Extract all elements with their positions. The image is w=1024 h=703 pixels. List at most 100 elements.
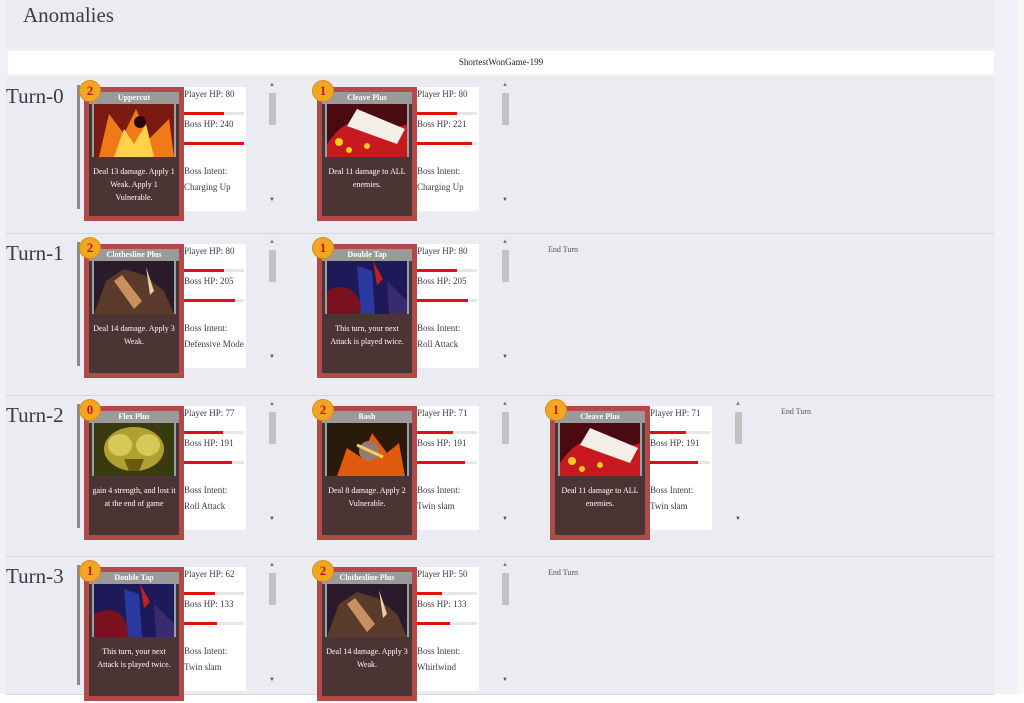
boss-hp-fill (650, 461, 698, 464)
boss-hp-fill (417, 622, 450, 625)
stats-scrollbar[interactable]: ▲ ▼ (268, 401, 276, 530)
card[interactable]: Bash Deal 8 damage. Apply 2 Vulnerable. … (313, 400, 417, 540)
battle-stats-panel: Player HP: 80 Boss HP: 205 Boss Intent: … (184, 244, 246, 368)
boss-intent-label: Boss Intent: (184, 485, 228, 495)
arrow-down-icon[interactable]: ▼ (735, 516, 741, 522)
boss-intent-value: Twin slam (650, 501, 688, 511)
scrollbar-thumb[interactable] (269, 250, 276, 282)
arrow-up-icon[interactable]: ▲ (269, 82, 275, 88)
stats-scrollbar[interactable]: ▲ ▼ (501, 401, 509, 530)
turn-row: Turn-3 Double Tap This turn, your next A… (6, 557, 994, 701)
stats-scrollbar[interactable]: ▲ ▼ (268, 562, 276, 691)
arrow-up-icon[interactable]: ▲ (269, 562, 275, 568)
boss-hp-text: Boss HP: 205 (184, 276, 234, 286)
boss-hp-text: Boss HP: 221 (417, 119, 467, 129)
turn-divider-bar (77, 242, 80, 366)
card-description: gain 4 strength, and lost it at the end … (92, 486, 176, 508)
arrow-up-icon[interactable]: ▲ (502, 401, 508, 407)
turn-divider-bar (77, 404, 80, 528)
card-art (94, 261, 174, 314)
player-hp-fill (417, 592, 442, 595)
card[interactable]: Double Tap This turn, your next Attack i… (80, 561, 184, 701)
card[interactable]: Flex Plus gain 4 strength, and lost it a… (80, 400, 184, 540)
boss-intent-value: Roll Attack (184, 501, 226, 511)
boss-hp-text: Boss HP: 191 (417, 438, 467, 448)
card-name: Bash (322, 411, 412, 423)
arrow-up-icon[interactable]: ▲ (502, 239, 508, 245)
arrow-down-icon[interactable]: ▼ (502, 197, 508, 203)
card-play: Clothesline Plus Deal 14 damage. Apply 3… (313, 561, 523, 703)
arrow-down-icon[interactable]: ▼ (269, 516, 275, 522)
stats-scrollbar[interactable]: ▲ ▼ (501, 239, 509, 368)
energy-cost-badge: 2 (80, 81, 100, 101)
boss-intent-value: Defensive Mode (184, 339, 244, 349)
scrollbar-thumb[interactable] (735, 412, 742, 444)
battle-stats-panel: Player HP: 77 Boss HP: 191 Boss Intent: … (184, 406, 246, 530)
player-hp-bar (184, 431, 244, 434)
boss-intent-label: Boss Intent: (184, 323, 228, 333)
card-art (560, 423, 640, 476)
energy-cost-badge: 1 (80, 561, 100, 581)
energy-cost-badge: 2 (313, 400, 333, 420)
card[interactable]: Cleave Plus Deal 11 damage to ALL enemie… (546, 400, 650, 540)
stats-scrollbar[interactable]: ▲ ▼ (268, 239, 276, 368)
player-hp-bar (184, 112, 244, 115)
stats-scrollbar[interactable]: ▲ ▼ (734, 401, 742, 530)
boss-hp-text: Boss HP: 191 (184, 438, 234, 448)
boss-hp-bar (184, 461, 244, 464)
arrow-down-icon[interactable]: ▼ (502, 516, 508, 522)
card[interactable]: Clothesline Plus Deal 14 damage. Apply 3… (80, 238, 184, 378)
arrow-down-icon[interactable]: ▼ (269, 197, 275, 203)
stats-scrollbar[interactable]: ▲ ▼ (268, 82, 276, 211)
arrow-up-icon[interactable]: ▲ (502, 82, 508, 88)
card-description: Deal 11 damage to ALL enemies. (328, 167, 406, 189)
stats-scrollbar[interactable]: ▲ ▼ (501, 562, 509, 691)
card[interactable]: Uppercut Deal 13 damage. Apply 1 Weak. A… (80, 81, 184, 221)
arrow-down-icon[interactable]: ▼ (269, 354, 275, 360)
card-art (327, 104, 407, 157)
boss-hp-fill (184, 461, 232, 464)
player-hp-bar (650, 431, 710, 434)
boss-intent-label: Boss Intent: (650, 485, 694, 495)
arrow-down-icon[interactable]: ▼ (502, 677, 508, 683)
card[interactable]: Clothesline Plus Deal 14 damage. Apply 3… (313, 561, 417, 701)
card-play: Cleave Plus Deal 11 damage to ALL enemie… (313, 81, 523, 223)
boss-intent-value: Charging Up (184, 182, 231, 192)
scrollbar-thumb[interactable] (269, 412, 276, 444)
arrow-up-icon[interactable]: ▲ (269, 239, 275, 245)
boss-intent-label: Boss Intent: (417, 166, 461, 176)
arrow-up-icon[interactable]: ▲ (269, 401, 275, 407)
card-name: Uppercut (89, 92, 179, 104)
scrollbar-thumb[interactable] (502, 250, 509, 282)
energy-cost-badge: 2 (80, 238, 100, 258)
boss-hp-fill (417, 461, 465, 464)
boss-hp-fill (184, 622, 217, 625)
boss-hp-text: Boss HP: 133 (417, 599, 467, 609)
arrow-up-icon[interactable]: ▲ (735, 401, 741, 407)
card-play: Double Tap This turn, your next Attack i… (313, 238, 523, 380)
turn-row: Turn-0 Uppercut Deal 13 damage. Apply 1 … (6, 77, 994, 234)
turn-row: Turn-2 Flex Plus gain 4 strength, and lo… (6, 396, 994, 557)
scrollbar-thumb[interactable] (502, 573, 509, 605)
stats-scrollbar[interactable]: ▲ ▼ (501, 82, 509, 211)
scrollbar-thumb[interactable] (269, 93, 276, 125)
card-art (327, 584, 407, 637)
card-description: Deal 13 damage. Apply 1 Weak. Apply 1 Vu… (93, 167, 175, 202)
battle-stats-panel: Player HP: 62 Boss HP: 133 Boss Intent: … (184, 567, 246, 691)
arrow-up-icon[interactable]: ▲ (502, 562, 508, 568)
scrollbar-thumb[interactable] (502, 412, 509, 444)
boss-intent-label: Boss Intent: (184, 646, 228, 656)
card-name: Cleave Plus (555, 411, 645, 423)
arrow-down-icon[interactable]: ▼ (502, 354, 508, 360)
card-play: Double Tap This turn, your next Attack i… (80, 561, 290, 703)
turn-label: Turn-3 (6, 564, 64, 588)
card[interactable]: Double Tap This turn, your next Attack i… (313, 238, 417, 378)
page-background: Anomalies ShortestWonGame-199 Turn-0 Upp… (0, 0, 1017, 701)
card[interactable]: Cleave Plus Deal 11 damage to ALL enemie… (313, 81, 417, 221)
boss-intent-value: Twin slam (184, 662, 222, 672)
card-play: Cleave Plus Deal 11 damage to ALL enemie… (546, 400, 756, 542)
scrollbar-thumb[interactable] (502, 93, 509, 125)
scrollbar-thumb[interactable] (269, 573, 276, 605)
arrow-down-icon[interactable]: ▼ (269, 677, 275, 683)
boss-hp-fill (417, 142, 472, 145)
